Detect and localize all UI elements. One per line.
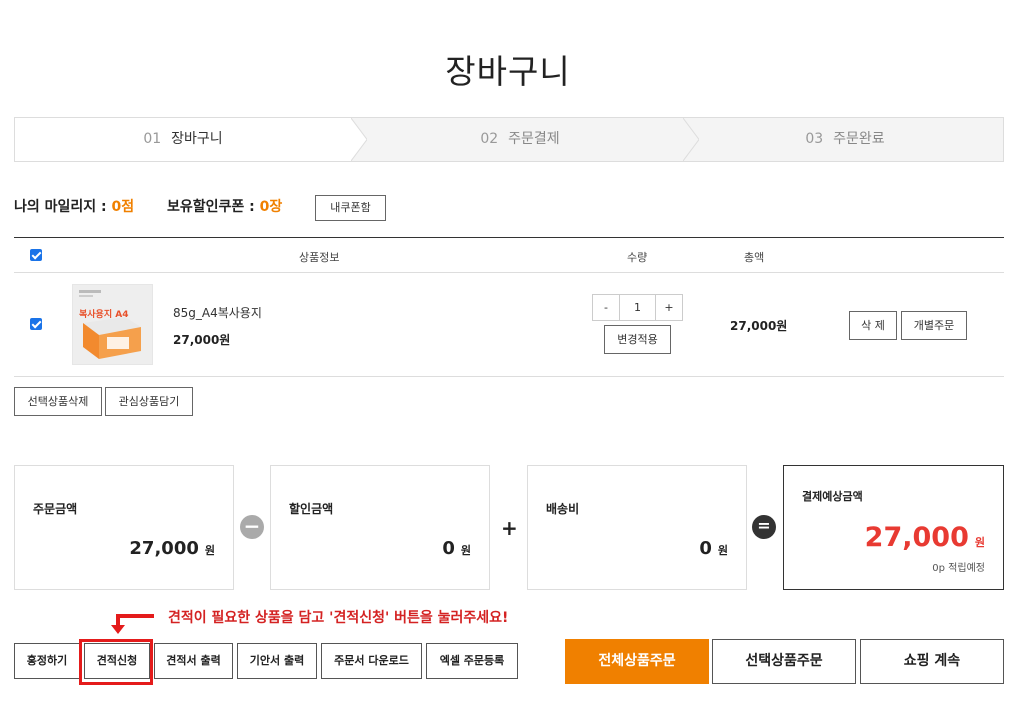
down-arrow-icon — [111, 614, 154, 634]
step-label: 주문결제 — [508, 131, 560, 147]
order-amount-box: 주문금액 27,000 원 — [14, 465, 234, 590]
currency-unit: 원 — [974, 536, 985, 549]
my-coupon-button[interactable]: 내쿠폰함 — [315, 195, 386, 221]
step-label: 주문완료 — [833, 131, 885, 147]
step-label: 장바구니 — [171, 131, 223, 147]
expected-payment-box: 결제예상금액 27,000 원 0p 적립예정 — [783, 465, 1004, 590]
select-all-checkbox[interactable] — [30, 249, 42, 261]
shipping-fee-label: 배송비 — [546, 502, 580, 516]
coupon-label: 보유할인쿠폰 : — [167, 199, 260, 215]
thumb-label: 복사용지 A4 — [79, 310, 129, 320]
header-total: 총액 — [744, 251, 765, 264]
step-complete: 03 주문완료 — [687, 118, 1003, 161]
discount-amount-value: 0 — [442, 538, 455, 559]
order-steps: 01 장바구니 02 주문결제 03 주문완료 — [14, 117, 1004, 162]
currency-unit: 원 — [717, 544, 728, 557]
mileage-value: 0점 — [111, 199, 135, 215]
quote-hint-text: 견적이 필요한 상품을 담고 '견적신청' 버튼을 눌러주세요! — [168, 610, 509, 626]
expected-payment-value: 27,000 — [864, 522, 969, 553]
coupon-value: 0장 — [259, 199, 283, 215]
item-checkbox[interactable] — [30, 318, 42, 330]
table-header: 상품정보 수량 총액 — [14, 238, 1004, 273]
add-wishlist-button[interactable]: 관심상품담기 — [105, 387, 193, 416]
share-button[interactable]: 홍정하기 — [14, 643, 80, 679]
order-amount-label: 주문금액 — [33, 502, 78, 516]
qty-plus-button[interactable]: + — [655, 295, 682, 320]
discount-amount-label: 할인금액 — [289, 502, 334, 516]
proposal-print-button[interactable]: 기안서 출력 — [237, 643, 317, 679]
order-download-button[interactable]: 주문서 다운로드 — [321, 643, 422, 679]
minus-icon: − — [240, 515, 264, 539]
quantity-stepper: - 1 + — [592, 294, 683, 321]
single-order-button[interactable]: 개별주문 — [901, 311, 967, 340]
header-qty: 수량 — [627, 251, 648, 264]
plus-icon: + — [501, 516, 518, 540]
step-number: 03 — [805, 131, 824, 147]
row-total: 27,000원 — [730, 319, 788, 333]
qty-minus-button[interactable]: - — [593, 295, 620, 320]
apply-qty-button[interactable]: 변경적용 — [604, 325, 671, 354]
header-product: 상품정보 — [299, 251, 340, 264]
currency-unit: 원 — [460, 544, 471, 557]
step-cart: 01 장바구니 — [15, 118, 351, 161]
product-price: 27,000원 — [173, 333, 231, 347]
currency-unit: 원 — [204, 544, 215, 557]
mileage-label: 나의 마일리지 : — [14, 199, 112, 215]
page-title: 장바구니 — [445, 52, 571, 91]
points-earn-text: 0p 적립예정 — [932, 563, 985, 574]
shipping-fee-value: 0 — [699, 538, 712, 559]
equals-icon: = — [752, 515, 776, 539]
delete-selected-button[interactable]: 선택상품삭제 — [14, 387, 102, 416]
product-name[interactable]: 85g_A4복사용지 — [173, 304, 262, 321]
discount-amount-box: 할인금액 0원 — [270, 465, 490, 590]
expected-payment-label: 결제예상금액 — [802, 490, 863, 503]
excel-order-button[interactable]: 엑셀 주문등록 — [426, 643, 518, 679]
step-number: 02 — [480, 131, 499, 147]
qty-value[interactable]: 1 — [620, 295, 655, 320]
quote-request-button[interactable]: 견적신청 — [84, 643, 150, 679]
shipping-fee-box: 배송비 0원 — [527, 465, 747, 590]
coupon-info: 보유할인쿠폰 : 0장 — [167, 196, 282, 216]
order-all-button[interactable]: 전체상품주문 — [565, 639, 709, 684]
product-image — [73, 285, 152, 364]
step-number: 01 — [143, 131, 162, 147]
order-selected-button[interactable]: 선택상품주문 — [712, 639, 856, 684]
order-amount-value: 27,000 — [129, 538, 199, 559]
continue-shopping-button[interactable]: 쇼핑 계속 — [860, 639, 1004, 684]
delete-item-button[interactable]: 삭 제 — [849, 311, 897, 340]
table-row: 복사용지 A4 85g_A4복사용지 27,000원 - 1 + 변경적용 27… — [14, 273, 1004, 377]
product-thumbnail[interactable]: 복사용지 A4 — [72, 284, 153, 365]
mileage-info: 나의 마일리지 : 0점 — [14, 196, 134, 216]
step-checkout: 02 주문결제 — [355, 118, 685, 161]
quote-print-button[interactable]: 견적서 출력 — [154, 643, 233, 679]
